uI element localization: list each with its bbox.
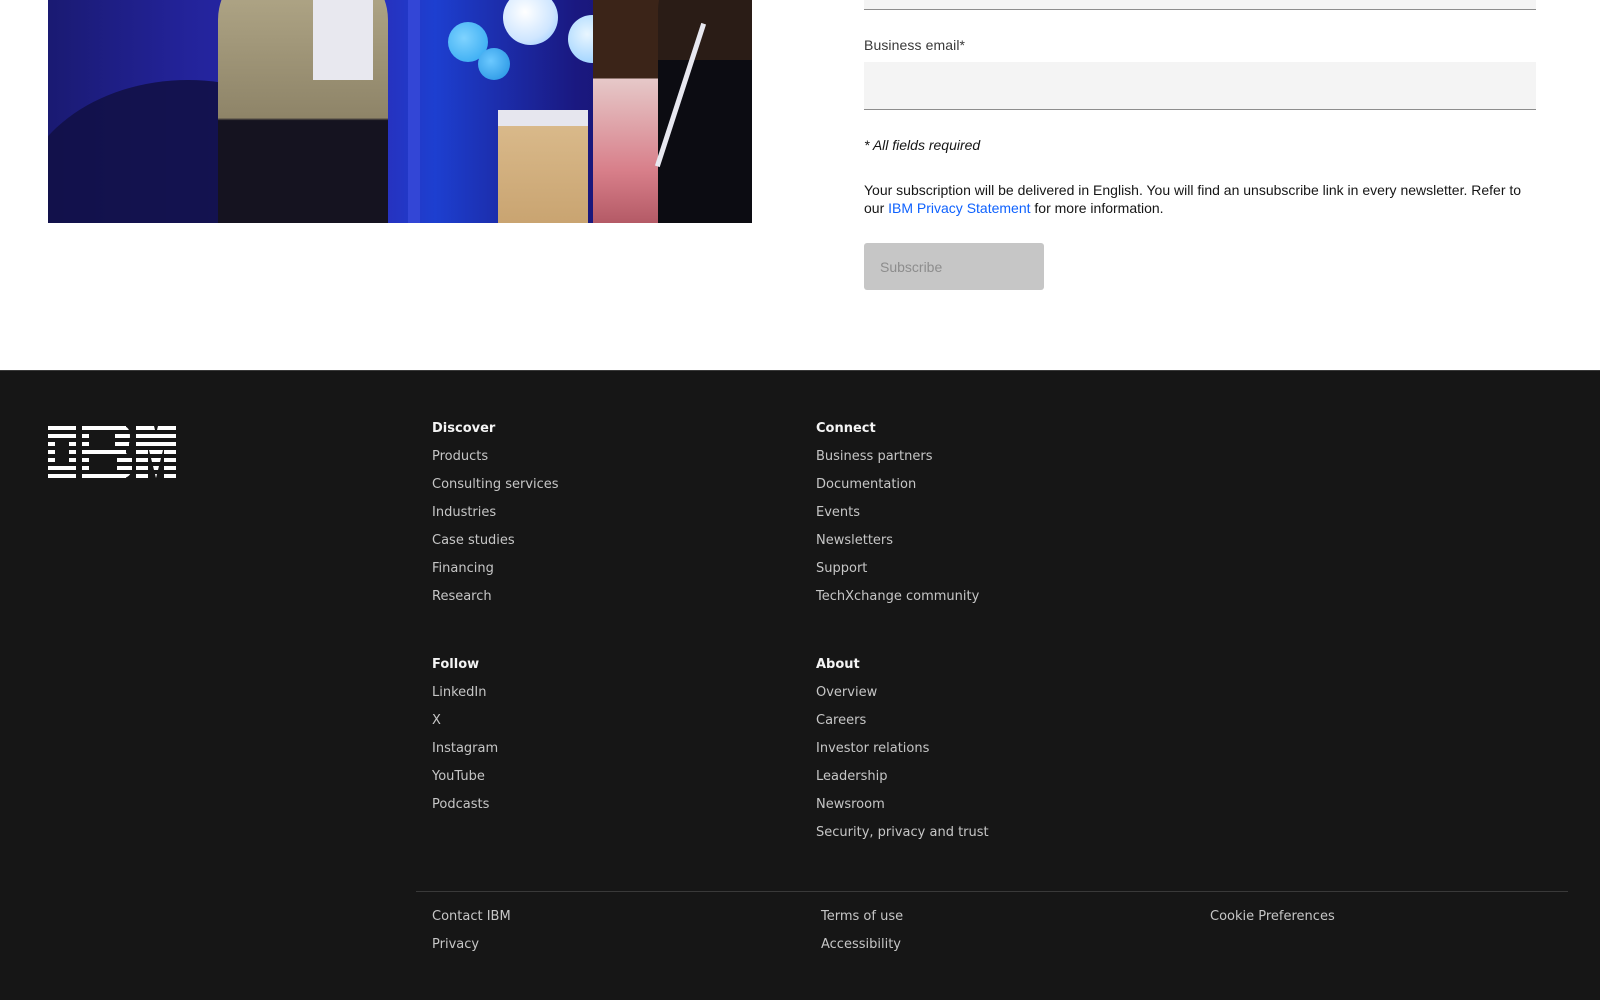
photo-shape [313, 0, 373, 80]
footer-link-industries[interactable]: Industries [432, 505, 496, 520]
site-footer: Discover Products Consulting services In… [0, 370, 1600, 1000]
footer-link-products[interactable]: Products [432, 449, 488, 464]
footer-link-contact-ibm[interactable]: Contact IBM [432, 909, 511, 924]
footer-link-consulting-services[interactable]: Consulting services [432, 477, 559, 492]
footer-column-follow: Follow LinkedIn X Instagram YouTube Podc… [432, 657, 498, 825]
email-label: Business email* [864, 37, 966, 53]
footer-heading-discover: Discover [432, 421, 496, 436]
footer-link-financing[interactable]: Financing [432, 561, 494, 576]
footer-link-instagram[interactable]: Instagram [432, 741, 498, 756]
footer-link-careers[interactable]: Careers [816, 713, 866, 728]
footer-link-podcasts[interactable]: Podcasts [432, 797, 489, 812]
footer-link-terms-of-use[interactable]: Terms of use [821, 909, 903, 924]
footer-heading-connect: Connect [816, 421, 876, 436]
footer-link-investor-relations[interactable]: Investor relations [816, 741, 929, 756]
footer-link-youtube[interactable]: YouTube [432, 769, 485, 784]
footer-link-privacy[interactable]: Privacy [432, 937, 479, 952]
previous-field[interactable] [864, 0, 1536, 10]
hero-photo [48, 0, 752, 223]
ibm-logo[interactable] [48, 426, 176, 483]
ibm-logo-icon [48, 426, 176, 478]
footer-link-documentation[interactable]: Documentation [816, 477, 916, 492]
photo-shape [478, 48, 510, 80]
privacy-statement-link[interactable]: IBM Privacy Statement [888, 200, 1030, 216]
newsletter-section: Business email* * All fields required Yo… [0, 0, 1600, 370]
footer-link-support[interactable]: Support [816, 561, 867, 576]
legal-links-column-3: Cookie Preferences [1210, 909, 1335, 937]
email-field[interactable] [864, 62, 1536, 110]
legal-links-column-1: Contact IBM Privacy [432, 909, 511, 965]
photo-shape [498, 110, 588, 223]
footer-heading-about: About [816, 657, 860, 672]
footer-link-newsroom[interactable]: Newsroom [816, 797, 885, 812]
footer-link-x[interactable]: X [432, 713, 441, 728]
footer-heading-follow: Follow [432, 657, 480, 672]
footer-link-research[interactable]: Research [432, 589, 492, 604]
footer-link-overview[interactable]: Overview [816, 685, 877, 700]
required-note: * All fields required [864, 137, 981, 153]
footer-link-techxchange-community[interactable]: TechXchange community [816, 589, 979, 604]
photo-shape [503, 0, 558, 45]
footer-link-newsletters[interactable]: Newsletters [816, 533, 893, 548]
footer-column-about: About Overview Careers Investor relation… [816, 657, 989, 853]
footer-link-cookie-preferences[interactable]: Cookie Preferences [1210, 909, 1335, 924]
footer-link-events[interactable]: Events [816, 505, 860, 520]
footer-link-linkedin[interactable]: LinkedIn [432, 685, 486, 700]
footer-link-security-privacy-trust[interactable]: Security, privacy and trust [816, 825, 989, 840]
subscription-disclaimer: Your subscription will be delivered in E… [864, 181, 1536, 217]
footer-link-business-partners[interactable]: Business partners [816, 449, 932, 464]
footer-link-leadership[interactable]: Leadership [816, 769, 887, 784]
footer-link-accessibility[interactable]: Accessibility [821, 937, 901, 952]
photo-shape [408, 0, 420, 223]
disclaimer-text-end: for more information. [1030, 200, 1164, 216]
legal-links-column-2: Terms of use Accessibility [821, 909, 903, 965]
footer-column-connect: Connect Business partners Documentation … [816, 421, 979, 617]
footer-link-case-studies[interactable]: Case studies [432, 533, 515, 548]
footer-column-discover: Discover Products Consulting services In… [432, 421, 559, 617]
subscribe-button[interactable]: Subscribe [864, 243, 1044, 290]
footer-divider [416, 891, 1568, 892]
